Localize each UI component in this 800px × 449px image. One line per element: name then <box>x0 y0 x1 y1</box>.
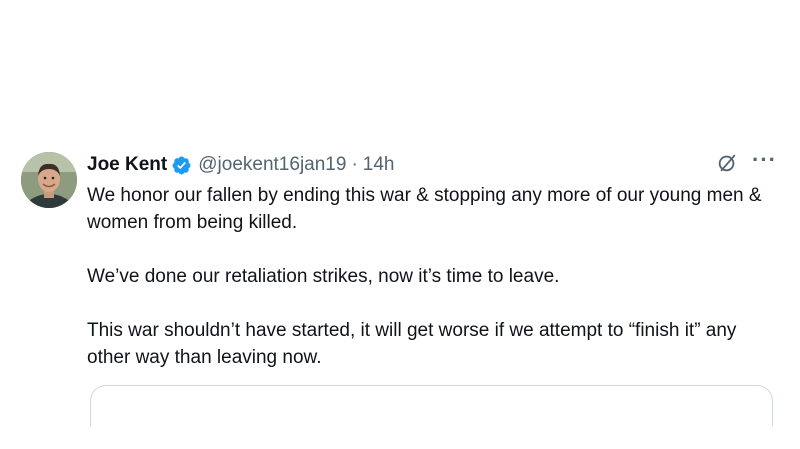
post-paragraph: We honor our fallen by ending this war &… <box>87 185 762 233</box>
header-actions: ··· <box>716 149 777 174</box>
separator-dot: · <box>351 154 358 175</box>
more-options-icon[interactable]: ··· <box>752 149 777 173</box>
verified-badge-icon <box>171 155 192 176</box>
author-display-name[interactable]: Joe Kent <box>87 153 167 177</box>
post-text: We honor our fallen by ending this war &… <box>87 182 777 371</box>
screen: Joe Kent @joekent16jan19 · 14h ··· We ho… <box>0 0 800 449</box>
post-timestamp[interactable]: 14h <box>363 153 395 177</box>
post-header: Joe Kent @joekent16jan19 · 14h ··· <box>87 149 777 180</box>
avatar[interactable] <box>21 152 77 208</box>
grok-icon[interactable] <box>716 152 738 174</box>
embedded-card[interactable] <box>90 385 773 426</box>
post-content: Joe Kent @joekent16jan19 · 14h ··· We ho… <box>87 149 777 371</box>
post-paragraph: This war shouldn’t have started, it will… <box>87 320 737 368</box>
avatar-photo-icon <box>21 152 77 208</box>
author-handle[interactable]: @joekent16jan19 <box>198 153 346 177</box>
post-paragraph: We’ve done our retaliation strikes, now … <box>87 266 560 287</box>
